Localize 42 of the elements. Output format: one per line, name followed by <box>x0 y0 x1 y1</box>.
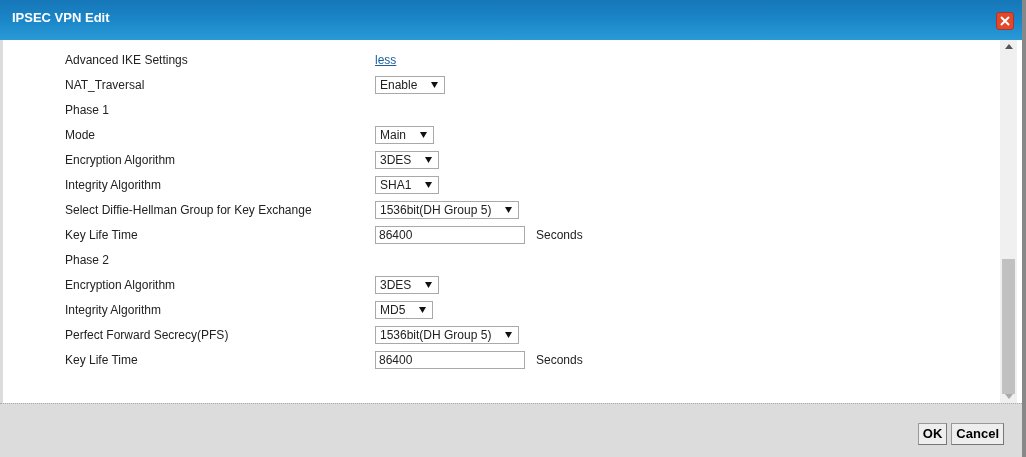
section-heading: Phase 1 <box>65 102 111 117</box>
field-label: NAT_Traversal <box>65 77 146 92</box>
input-field[interactable]: 86400 <box>375 225 525 244</box>
caret-icon <box>425 181 433 188</box>
dropdown[interactable]: MD5 <box>375 300 434 319</box>
dropdown[interactable]: SHA1 <box>375 175 440 194</box>
dropdown[interactable]: Main <box>375 125 434 144</box>
dropdown[interactable]: 3DES <box>375 275 440 294</box>
field-label: Integrity Algorithm <box>65 177 163 192</box>
caret-icon <box>505 206 513 213</box>
dialog-button[interactable]: OK <box>917 422 948 445</box>
dropdown[interactable]: Enable <box>375 75 446 94</box>
dropdown[interactable]: 3DES <box>375 150 440 169</box>
dialog-button[interactable]: Cancel <box>951 422 1004 445</box>
close-icon <box>1000 16 1010 26</box>
unit-label: Seconds <box>536 352 583 367</box>
caret-icon <box>505 331 513 338</box>
less-link[interactable]: less <box>375 52 397 67</box>
field-label: Advanced IKE Settings <box>65 52 189 67</box>
field-label: Perfect Forward Secrecy(PFS) <box>65 327 230 342</box>
dropdown[interactable]: 1536bit(DH Group 5) <box>375 325 520 344</box>
field-label: Mode <box>65 127 97 142</box>
caret-icon <box>425 281 433 288</box>
field-label: Select Diffie-Hellman Group for Key Exchange <box>65 202 313 217</box>
caret-icon <box>425 156 433 163</box>
field-label: Encryption Algorithm <box>65 277 177 292</box>
caret-icon <box>420 131 427 138</box>
close-button[interactable] <box>996 12 1014 30</box>
caret-icon <box>431 81 439 88</box>
field-label: Integrity Algorithm <box>65 302 163 317</box>
scroll-thumb[interactable] <box>1002 259 1015 394</box>
unit-label: Seconds <box>536 227 583 242</box>
scroll-up-icon[interactable] <box>1004 44 1013 49</box>
field-label: Encryption Algorithm <box>65 152 177 167</box>
window-title: IPSEC VPN Edit <box>12 9 110 25</box>
field-label: Key Life Time <box>65 227 139 242</box>
field-label: Key Life Time <box>65 352 139 367</box>
caret-icon <box>419 306 427 313</box>
section-heading: Phase 2 <box>65 252 111 267</box>
input-field[interactable]: 86400 <box>375 350 525 369</box>
dropdown[interactable]: 1536bit(DH Group 5) <box>375 200 520 219</box>
scrollbar[interactable] <box>1000 40 1017 403</box>
